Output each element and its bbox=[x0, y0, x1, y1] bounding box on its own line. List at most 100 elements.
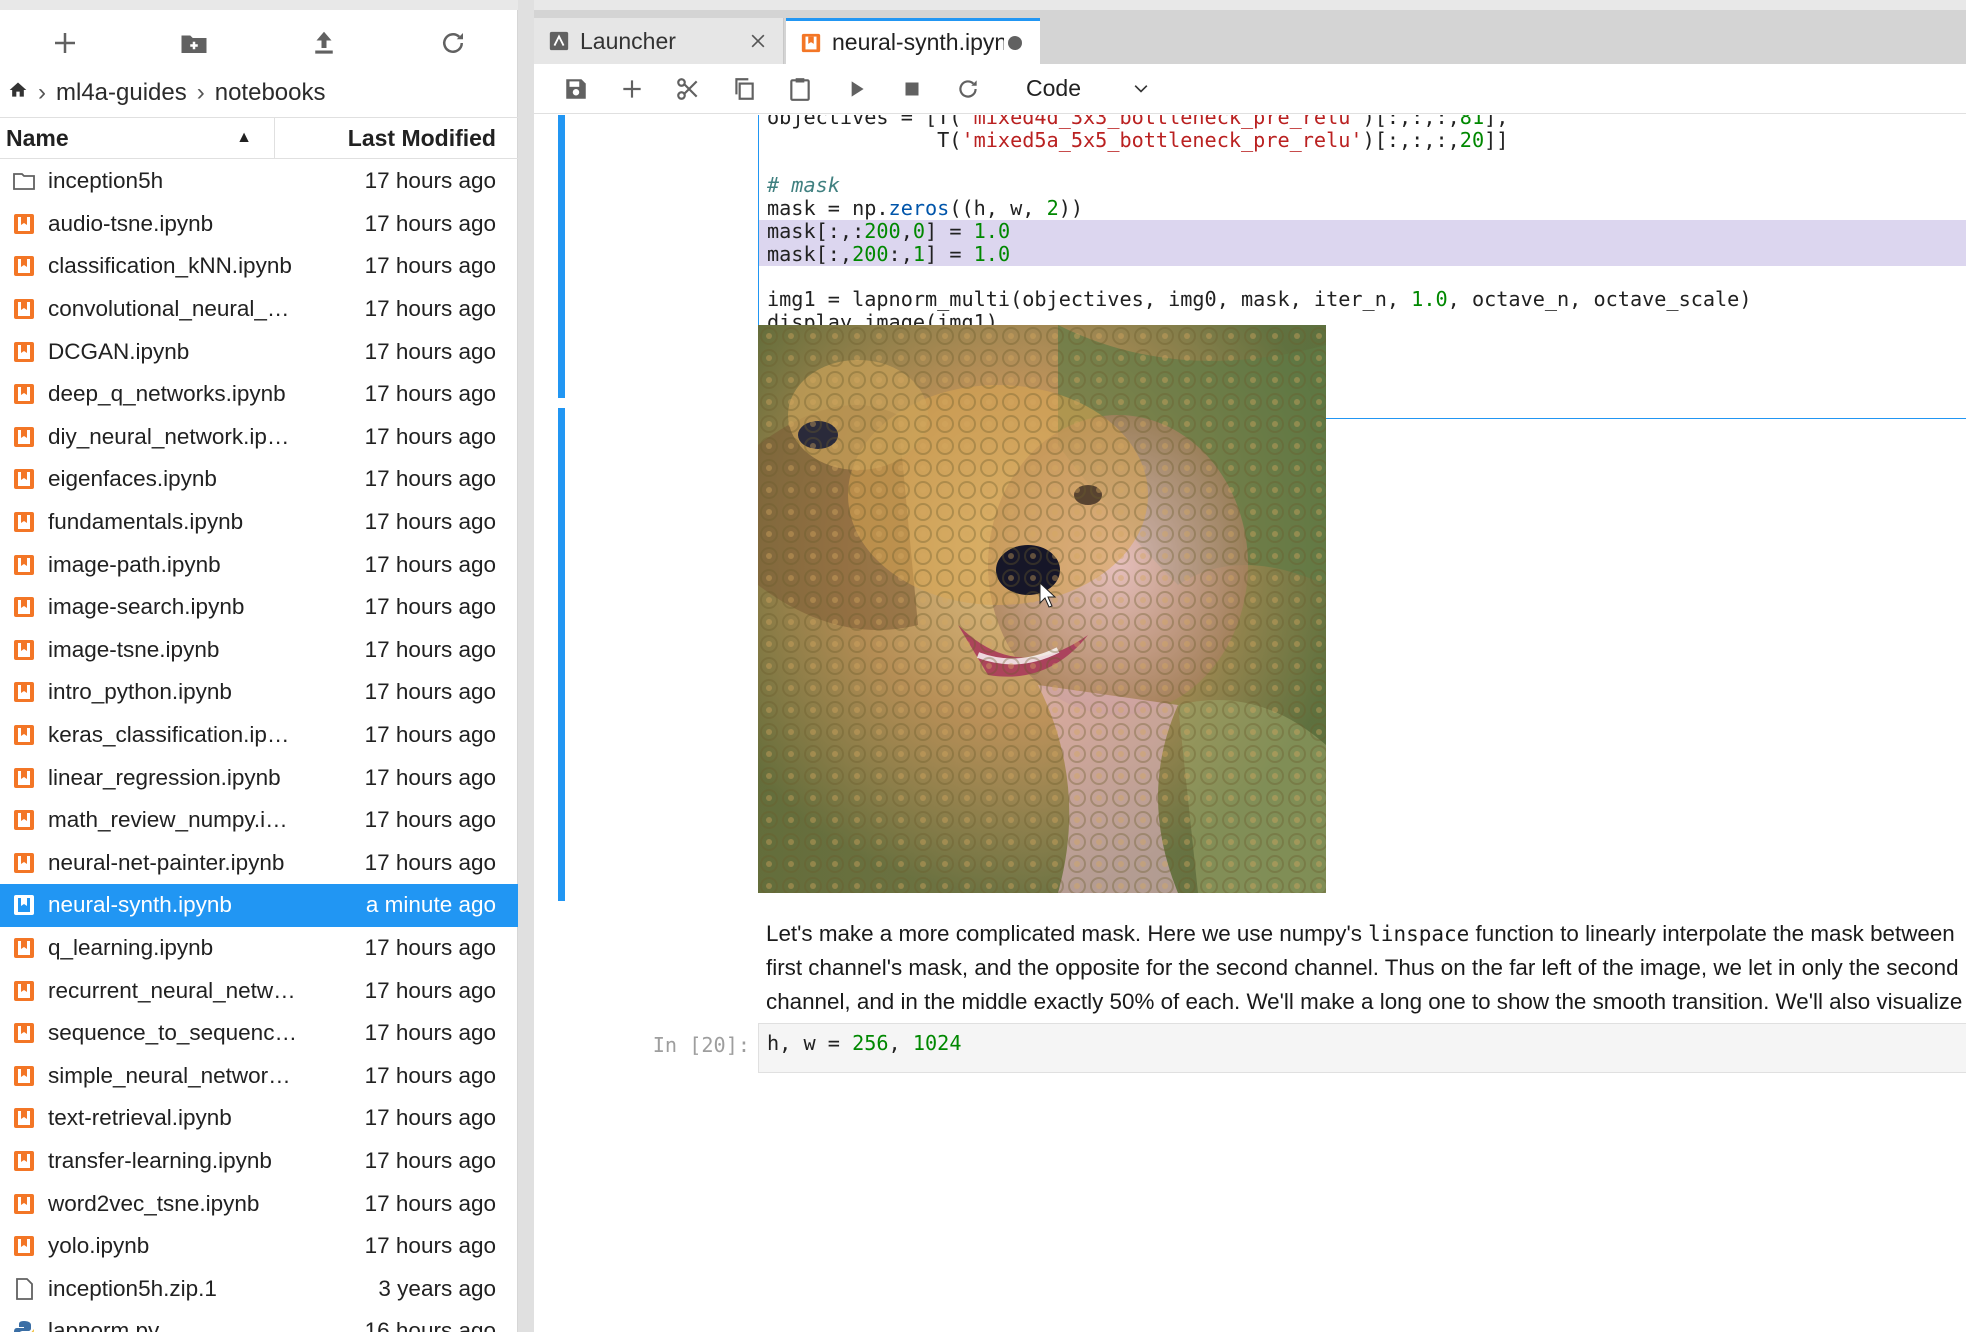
tab-launcher[interactable]: Launcher bbox=[534, 18, 784, 64]
file-row[interactable]: eigenfaces.ipynb 17 hours ago bbox=[0, 458, 518, 501]
notebook-icon bbox=[12, 1149, 36, 1173]
breadcrumb-separator: › bbox=[38, 79, 46, 106]
sort-ascending-icon: ▲ bbox=[236, 129, 252, 146]
insert-cell-button[interactable] bbox=[604, 67, 660, 111]
file-row[interactable]: lapnorm.py 16 hours ago bbox=[0, 1310, 518, 1332]
file-row[interactable]: audio-tsne.ipynb 17 hours ago bbox=[0, 203, 518, 246]
file-row[interactable]: transfer-learning.ipynb 17 hours ago bbox=[0, 1140, 518, 1183]
new-launcher-button[interactable] bbox=[0, 14, 130, 72]
restart-button[interactable] bbox=[940, 67, 996, 111]
notebook-content: objectives = [T('mixed4d_3x3_bottleneck_… bbox=[534, 115, 1966, 1332]
panel-splitter[interactable] bbox=[518, 0, 534, 1332]
file-row[interactable]: q_learning.ipynb 17 hours ago bbox=[0, 927, 518, 970]
cut-button[interactable] bbox=[660, 67, 716, 111]
name-column-header[interactable]: Name ▲ bbox=[0, 118, 275, 158]
file-row[interactable]: classification_kNN.ipynb 17 hours ago bbox=[0, 245, 518, 288]
notebook-icon bbox=[12, 425, 36, 449]
file-modified: 17 hours ago bbox=[364, 466, 496, 492]
name-column-label: Name bbox=[6, 124, 69, 151]
refresh-icon bbox=[959, 79, 977, 98]
file-row[interactable]: simple_neural_networ… 17 hours ago bbox=[0, 1054, 518, 1097]
interrupt-button[interactable] bbox=[884, 67, 940, 111]
file-modified: 17 hours ago bbox=[364, 934, 496, 960]
file-row[interactable]: fundamentals.ipynb 17 hours ago bbox=[0, 501, 518, 544]
paste-button[interactable] bbox=[772, 67, 828, 111]
markdown-cell[interactable]: Let's make a more complicated mask. Here… bbox=[766, 917, 1966, 1019]
breadcrumb-item[interactable]: ml4a-guides bbox=[56, 79, 187, 107]
notebook-icon bbox=[12, 254, 36, 278]
cell-type-dropdown[interactable]: Code bbox=[1026, 75, 1151, 102]
file-browser-toolbar bbox=[0, 14, 518, 72]
breadcrumb-item[interactable]: notebooks bbox=[215, 79, 326, 107]
code-line: mask = np.zeros((h, w, 2)) bbox=[767, 196, 1084, 221]
notebook-icon bbox=[12, 212, 36, 236]
input-prompt: In [20]: bbox=[652, 1033, 750, 1057]
code-line: T('mixed5a_5x5_bottleneck_pre_relu')[:,:… bbox=[767, 127, 1509, 152]
markdown-line-2: first channel's mask, and the opposite f… bbox=[766, 955, 1959, 980]
file-row[interactable]: math_review_numpy.i… 17 hours ago bbox=[0, 799, 518, 842]
file-name: intro_python.ipynb bbox=[48, 679, 232, 705]
new-folder-button[interactable] bbox=[130, 14, 260, 72]
close-icon[interactable] bbox=[747, 30, 769, 52]
inline-code: linspace bbox=[1368, 922, 1470, 946]
file-row[interactable]: diy_neural_network.ip… 17 hours ago bbox=[0, 416, 518, 459]
code-editor-text[interactable]: objectives = [T('mixed4d_3x3_bottleneck_… bbox=[759, 115, 1966, 334]
file-row[interactable]: keras_classification.ip… 17 hours ago bbox=[0, 714, 518, 757]
unsaved-changes-icon[interactable] bbox=[1004, 32, 1026, 54]
file-row[interactable]: neural-net-painter.ipynb 17 hours ago bbox=[0, 842, 518, 885]
notebook-icon bbox=[12, 1106, 36, 1130]
tab-neural-synth[interactable]: neural-synth.ipynb bbox=[786, 18, 1040, 64]
save-button[interactable] bbox=[548, 67, 604, 111]
file-modified: 17 hours ago bbox=[364, 679, 496, 705]
refresh-button[interactable] bbox=[389, 14, 519, 72]
home-icon[interactable] bbox=[8, 79, 28, 107]
plus-icon bbox=[623, 79, 641, 98]
modified-column-header[interactable]: Last Modified bbox=[275, 118, 518, 158]
file-row[interactable]: word2vec_tsne.ipynb 17 hours ago bbox=[0, 1182, 518, 1225]
notebook-icon bbox=[12, 638, 36, 662]
file-row[interactable]: DCGAN.ipynb 17 hours ago bbox=[0, 330, 518, 373]
file-row[interactable]: recurrent_neural_netw… 17 hours ago bbox=[0, 969, 518, 1012]
notebook-icon bbox=[12, 1021, 36, 1045]
file-row[interactable]: inception5h.zip.1 3 years ago bbox=[0, 1267, 518, 1310]
notebook-icon bbox=[12, 723, 36, 747]
markdown-line-1: Let's make a more complicated mask. Here… bbox=[766, 921, 1955, 946]
file-row[interactable]: intro_python.ipynb 17 hours ago bbox=[0, 671, 518, 714]
run-button[interactable] bbox=[828, 67, 884, 111]
modified-column-label: Last Modified bbox=[347, 124, 496, 151]
file-name: recurrent_neural_netw… bbox=[48, 977, 296, 1003]
file-row[interactable]: image-tsne.ipynb 17 hours ago bbox=[0, 629, 518, 672]
plus-icon bbox=[54, 33, 75, 53]
copy-icon bbox=[735, 77, 754, 100]
file-row[interactable]: linear_regression.ipynb 17 hours ago bbox=[0, 756, 518, 799]
file-row[interactable]: yolo.ipynb 17 hours ago bbox=[0, 1225, 518, 1268]
file-modified: 17 hours ago bbox=[364, 849, 496, 875]
file-row[interactable]: inception5h 17 hours ago bbox=[0, 160, 518, 203]
file-row[interactable]: deep_q_networks.ipynb 17 hours ago bbox=[0, 373, 518, 416]
file-row[interactable]: image-search.ipynb 17 hours ago bbox=[0, 586, 518, 629]
new-folder-icon bbox=[181, 35, 207, 53]
tabbar-top-strip bbox=[534, 0, 1966, 10]
code-line: img1 = lapnorm_multi(objectives, img0, m… bbox=[767, 287, 1752, 312]
file-row[interactable]: convolutional_neural_… 17 hours ago bbox=[0, 288, 518, 331]
upload-button[interactable] bbox=[259, 14, 389, 72]
file-row[interactable]: text-retrieval.ipynb 17 hours ago bbox=[0, 1097, 518, 1140]
file-modified: 17 hours ago bbox=[364, 764, 496, 790]
file-modified: 17 hours ago bbox=[364, 168, 496, 194]
cell-collapser[interactable] bbox=[558, 115, 565, 398]
copy-button[interactable] bbox=[716, 67, 772, 111]
file-row[interactable]: sequence_to_sequenc… 17 hours ago bbox=[0, 1012, 518, 1055]
file-modified: 16 hours ago bbox=[364, 1318, 496, 1332]
file-row[interactable]: image-path.ipynb 17 hours ago bbox=[0, 543, 518, 586]
code-cell-editor-2[interactable]: h, w = 256, 1024 bbox=[758, 1023, 1966, 1073]
notebook-icon bbox=[12, 553, 36, 577]
code-line: objectives = [T('mixed4d_3x3_bottleneck_… bbox=[767, 115, 1509, 129]
code-editor-text[interactable]: h, w = 256, 1024 bbox=[767, 1032, 1966, 1055]
output-collapser[interactable] bbox=[558, 408, 565, 901]
file-row[interactable]: neural-synth.ipynb a minute ago bbox=[0, 884, 518, 927]
file-modified: 3 years ago bbox=[378, 1275, 496, 1301]
save-icon bbox=[566, 78, 586, 99]
file-modified: 17 hours ago bbox=[364, 594, 496, 620]
file-modified: 17 hours ago bbox=[364, 1105, 496, 1131]
